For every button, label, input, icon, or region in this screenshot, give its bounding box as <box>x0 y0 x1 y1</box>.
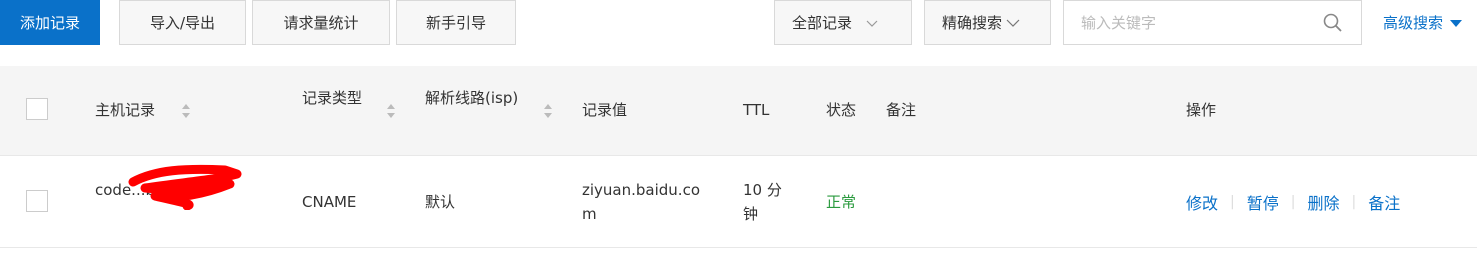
advanced-search-label: 高级搜索 <box>1383 14 1444 32</box>
beginner-guide-button[interactable]: 新手引导 <box>396 0 516 45</box>
row-checkbox[interactable] <box>26 190 48 212</box>
row-ttl: 10 分钟 <box>743 181 782 223</box>
header-value: 记录值 <box>582 101 628 119</box>
search-input[interactable] <box>1064 0 1323 45</box>
request-stats-button[interactable]: 请求量统计 <box>252 0 390 45</box>
row-operations: 修改 | 暂停 | 删除 | 备注 <box>1186 190 1400 214</box>
toolbar: 添加记录 导入/导出 请求量统计 新手引导 全部记录 精确搜索 高级搜索 <box>0 0 1477 46</box>
divider: | <box>1351 194 1357 210</box>
sort-line-icon[interactable] <box>543 103 553 119</box>
header-status: 状态 <box>826 101 857 119</box>
sort-host-icon[interactable] <box>181 103 191 119</box>
sort-type-icon[interactable] <box>386 103 396 119</box>
table-header: 主机记录 记录类型 解析线路(isp) 记录值 TTL 状态 备注 操作 <box>0 66 1477 156</box>
advanced-search-link[interactable]: 高级搜索 <box>1383 0 1463 45</box>
select-all-checkbox[interactable] <box>26 98 48 120</box>
record-filter-select[interactable]: 全部记录 <box>774 0 912 45</box>
divider: | <box>1230 194 1235 210</box>
keyword-search-box <box>1063 0 1362 45</box>
search-icon[interactable] <box>1323 13 1343 37</box>
header-line: 解析线路(isp) <box>425 89 519 107</box>
caret-down-icon <box>1450 14 1463 32</box>
row-type: CNAME <box>302 193 357 211</box>
pause-link[interactable]: 暂停 <box>1247 190 1279 214</box>
note-link[interactable]: 备注 <box>1368 190 1400 214</box>
import-export-button[interactable]: 导入/导出 <box>119 0 246 45</box>
chevron-down-icon <box>1006 14 1020 32</box>
divider: | <box>1290 194 1296 210</box>
search-mode-value: 精确搜索 <box>942 14 1003 32</box>
row-line: 默认 <box>425 193 456 211</box>
search-mode-select[interactable]: 精确搜索 <box>924 0 1051 45</box>
row-status: 正常 <box>826 193 857 211</box>
record-filter-value: 全部记录 <box>792 14 853 32</box>
delete-link[interactable]: 删除 <box>1307 190 1339 214</box>
header-ops: 操作 <box>1186 101 1217 119</box>
chevron-down-icon <box>866 14 878 32</box>
header-note: 备注 <box>886 101 917 119</box>
row-value: ziyuan.baidu.com <box>582 181 700 223</box>
header-type: 记录类型 <box>302 89 363 107</box>
add-record-button[interactable]: 添加记录 <box>0 0 100 45</box>
header-ttl: TTL <box>743 101 770 119</box>
edit-link[interactable]: 修改 <box>1186 190 1218 214</box>
redaction-scribble <box>125 160 245 211</box>
header-host: 主机记录 <box>95 101 156 119</box>
